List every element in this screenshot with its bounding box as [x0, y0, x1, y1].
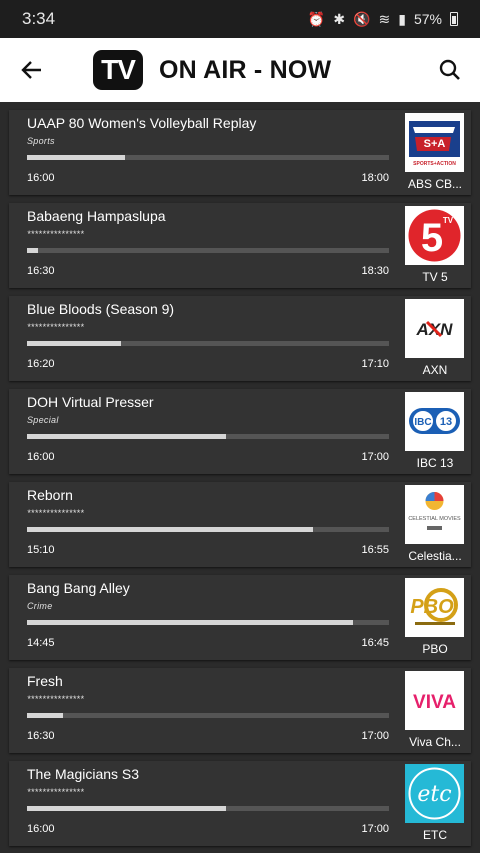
program-genre: *************** [27, 787, 85, 797]
start-time: 16:00 [27, 172, 55, 184]
channel-logo-viva: VIVA [405, 671, 464, 730]
progress-bar [27, 434, 389, 439]
program-title: Blue Bloods (Season 9) [27, 301, 175, 317]
svg-text:PBO: PBO [410, 596, 454, 618]
program-genre: Sports [27, 136, 55, 146]
end-time: 17:10 [361, 358, 389, 370]
search-button[interactable] [420, 38, 480, 102]
channel-name: IBC 13 [416, 456, 454, 470]
program-title: DOH Virtual Presser [27, 394, 154, 410]
svg-text:IBC: IBC [414, 417, 431, 428]
progress-fill [27, 620, 353, 625]
program-genre: *************** [27, 322, 85, 332]
channel-logo-celestial: CELESTIAL MOVIES [405, 485, 464, 544]
start-time: 16:20 [27, 358, 55, 370]
svg-text:S+A: S+A [424, 138, 446, 150]
program-card[interactable]: Babaeng Hampaslupa *************** 16:30… [9, 203, 471, 288]
progress-fill [27, 434, 227, 439]
progress-bar [27, 341, 389, 346]
end-time: 18:00 [361, 172, 389, 184]
svg-text:CELESTIAL MOVIES: CELESTIAL MOVIES [408, 516, 461, 522]
channel-logo-tv5: 5 TV [405, 206, 464, 265]
app-bar: TV ON AIR - NOW [0, 38, 480, 102]
bluetooth-icon: ✱ [333, 10, 346, 27]
svg-text:TV: TV [443, 216, 454, 225]
mute-icon: 🔇 [353, 10, 371, 27]
wifi-icon: ≋ [378, 10, 391, 27]
progress-fill [27, 713, 64, 718]
channel-logo-axn: AXN [405, 299, 464, 358]
program-genre: *************** [27, 229, 85, 239]
start-time: 16:30 [27, 265, 55, 277]
program-title: Reborn [27, 487, 73, 503]
progress-fill [27, 248, 38, 253]
program-genre: *************** [27, 694, 85, 704]
progress-bar [27, 620, 389, 625]
channel-logo-ibc13: IBC 13 [405, 392, 464, 451]
progress-fill [27, 527, 313, 532]
progress-bar [27, 155, 389, 160]
search-icon [439, 59, 460, 80]
svg-text:5: 5 [421, 216, 443, 260]
progress-fill [27, 341, 122, 346]
program-title: UAAP 80 Women's Volleyball Replay [27, 115, 257, 131]
progress-bar [27, 713, 389, 718]
channel-name: AXN [422, 363, 448, 377]
channel-name: Celestia... [408, 549, 462, 563]
progress-fill [27, 155, 125, 160]
end-time: 16:45 [361, 637, 389, 649]
channel-logo-pbo: PBO [405, 578, 464, 637]
status-bar: 3:34 ⏰ ✱ 🔇 ≋ ▮ 57% [0, 0, 480, 38]
progress-fill [27, 806, 227, 811]
start-time: 16:00 [27, 451, 55, 463]
program-title: The Magicians S3 [27, 766, 140, 782]
end-time: 17:00 [361, 451, 389, 463]
program-genre: Special [27, 415, 59, 425]
channel-logo-etc: etc [405, 764, 464, 823]
channel-name: TV 5 [422, 270, 448, 284]
end-time: 17:00 [361, 823, 389, 835]
program-card[interactable]: DOH Virtual Presser Special 16:00 17:00 … [9, 389, 471, 474]
start-time: 16:00 [27, 823, 55, 835]
channel-name: Viva Ch... [409, 735, 461, 749]
program-card[interactable]: UAAP 80 Women's Volleyball Replay Sports… [9, 110, 471, 195]
end-time: 17:00 [361, 730, 389, 742]
battery-icon [450, 12, 458, 26]
arrow-left-icon [21, 61, 41, 79]
start-time: 15:10 [27, 544, 55, 556]
svg-text:etc: etc [417, 782, 451, 807]
svg-text:13: 13 [440, 416, 452, 428]
program-card[interactable]: Reborn *************** 15:10 16:55 CELES… [9, 482, 471, 567]
start-time: 16:30 [27, 730, 55, 742]
end-time: 16:55 [361, 544, 389, 556]
page-title: ON AIR - NOW [159, 55, 332, 84]
battery-percent: 57% [413, 11, 442, 27]
status-time: 3:34 [22, 9, 56, 28]
abs-logo-text: SPORTS+ACTION [413, 161, 456, 167]
program-genre: Crime [27, 601, 53, 611]
program-card[interactable]: Blue Bloods (Season 9) *************** 1… [9, 296, 471, 381]
channel-name: PBO [422, 642, 448, 656]
channel-logo-abs-cbn: S+A SPORTS+ACTION [405, 113, 464, 172]
program-card[interactable]: Fresh *************** 16:30 17:00 VIVA V… [9, 668, 471, 753]
program-title: Fresh [27, 673, 63, 689]
svg-text:VIVA: VIVA [413, 692, 456, 713]
program-card[interactable]: The Magicians S3 *************** 16:00 1… [9, 761, 471, 846]
alarm-icon: ⏰ [307, 10, 326, 27]
program-genre: *************** [27, 508, 85, 518]
program-card[interactable]: Bang Bang Alley Crime 14:45 16:45 PBO PB… [9, 575, 471, 660]
end-time: 18:30 [361, 265, 389, 277]
program-title: Babaeng Hampaslupa [27, 208, 166, 224]
progress-bar [27, 806, 389, 811]
back-button[interactable] [0, 38, 64, 102]
signal-icon: ▮ [398, 10, 406, 27]
start-time: 14:45 [27, 637, 55, 649]
program-title: Bang Bang Alley [27, 580, 130, 596]
tv-logo: TV [93, 50, 143, 90]
channel-name: ABS CB... [407, 177, 463, 191]
progress-bar [27, 248, 389, 253]
progress-bar [27, 527, 389, 532]
status-icons: ⏰ ✱ 🔇 ≋ ▮ 57% [308, 11, 458, 28]
channel-name: ETC [423, 828, 447, 842]
